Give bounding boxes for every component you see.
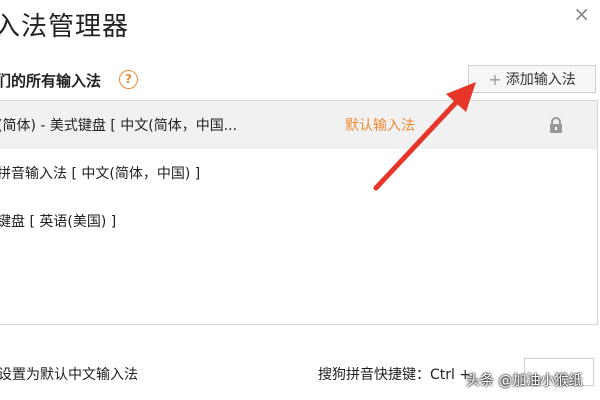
watermark: 头条 @加油小猴纸 <box>466 373 583 389</box>
input-method-manager-dialog: 入法管理器 × 们的所有输入法 ? + 添加输入法 (简体) - 美式键盘 [ … <box>0 0 600 400</box>
list-item[interactable]: 键盘 [ 英语(美国) ] <box>0 197 597 245</box>
add-input-method-button[interactable]: + 添加输入法 <box>468 65 596 93</box>
plus-icon: + <box>488 69 502 89</box>
list-item[interactable]: (简体) - 美式键盘 [ 中文(简体，中国... 默认输入法 <box>0 101 597 149</box>
input-method-list: (简体) - 美式键盘 [ 中文(简体，中国... 默认输入法 拼音输入法 [ … <box>0 100 598 325</box>
shortcut-value: Ctrl + <box>430 367 472 383</box>
shortcut-label: 搜狗拼音快捷键： <box>318 367 430 383</box>
shortcut-area: 搜狗拼音快捷键：Ctrl + <box>318 364 471 384</box>
lock-icon <box>550 117 562 133</box>
input-method-name: 拼音输入法 [ 中文(简体，中国) ] <box>0 166 201 182</box>
section-label: 们的所有输入法 <box>0 72 102 90</box>
close-icon[interactable]: × <box>573 4 590 24</box>
list-item[interactable]: 拼音输入法 [ 中文(简体，中国) ] <box>0 149 597 197</box>
dialog-title: 入法管理器 <box>0 12 130 42</box>
input-method-name: (简体) - 美式键盘 [ 中文(简体，中国... <box>0 118 238 134</box>
input-method-name: 键盘 [ 英语(美国) ] <box>0 214 117 230</box>
add-input-method-label: 添加输入法 <box>505 72 576 88</box>
default-tag: 默认输入法 <box>345 118 415 134</box>
set-default-link[interactable]: 设置为默认中文输入法 <box>0 364 138 384</box>
question-circle-icon[interactable]: ? <box>119 70 138 89</box>
